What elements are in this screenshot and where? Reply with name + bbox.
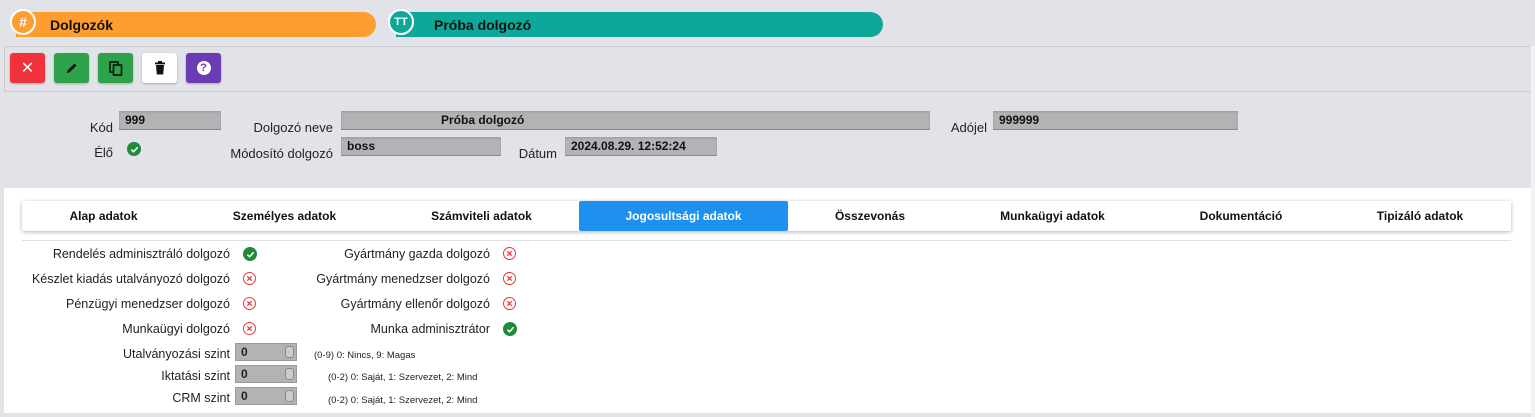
dolgozo-neve-field[interactable]: Próba dolgozó <box>341 111 930 130</box>
scrollbar[interactable] <box>1531 46 1535 417</box>
kod-label: Kód <box>89 120 113 135</box>
edit-button[interactable] <box>54 53 89 83</box>
level-label-iktatasi: Iktatási szint <box>161 369 230 383</box>
adojel-field[interactable]: 999999 <box>993 111 1238 130</box>
crm-szint-input[interactable]: 0 <box>235 387 297 405</box>
datum-field[interactable]: 2024.08.29. 12:52:24 <box>565 137 717 156</box>
breadcrumb-section-label: Dolgozók <box>50 16 113 33</box>
elo-check-icon <box>127 142 141 156</box>
copy-button[interactable] <box>98 53 133 83</box>
iktatasi-szint-input[interactable]: 0 <box>235 365 297 383</box>
check-icon <box>243 247 257 261</box>
trash-icon <box>154 61 165 75</box>
utalvanyozasi-szint-input[interactable]: 0 <box>235 343 297 361</box>
cross-icon <box>243 322 256 335</box>
modosito-field[interactable]: boss <box>341 137 501 156</box>
breadcrumb-record-label: Próba dolgozó <box>434 16 532 33</box>
level-label-utalvanyozasi: Utalványozási szint <box>123 347 230 361</box>
tab-munkaugyi-adatok[interactable]: Munkaügyi adatok <box>952 201 1153 231</box>
tab-alap-adatok[interactable]: Alap adatok <box>22 201 185 231</box>
stepper-icon[interactable] <box>285 368 294 380</box>
stepper-icon[interactable] <box>285 346 294 358</box>
utalvanyozasi-szint-value: 0 <box>241 345 248 359</box>
tab-jogosultsagi-adatok[interactable]: Jogosultsági adatok <box>579 201 788 231</box>
breadcrumb-record[interactable]: Próba dolgozó <box>396 12 883 37</box>
dolgozo-neve-value: Próba dolgozó <box>441 113 525 127</box>
iktatasi-hint: (0-2) 0: Saját, 1: Szervezet, 2: Mind <box>328 372 478 383</box>
hash-icon: # <box>10 9 36 35</box>
perm-label-gyartmany-menedzser: Gyártmány menedzser dolgozó <box>316 272 490 286</box>
perm-label-gyartmany-ellenor: Gyártmány ellenőr dolgozó <box>340 297 490 311</box>
crm-hint: (0-2) 0: Saját, 1: Szervezet, 2: Mind <box>328 395 478 406</box>
datum-label: Dátum <box>518 146 557 161</box>
tab-dokumentacio[interactable]: Dokumentáció <box>1153 201 1329 231</box>
iktatasi-szint-value: 0 <box>241 367 248 381</box>
crm-szint-value: 0 <box>241 389 248 403</box>
help-button[interactable]: ? <box>186 53 221 83</box>
cross-icon <box>503 272 516 285</box>
modosito-label: Módosító dolgozó <box>230 146 333 161</box>
perm-label-rendeles: Rendelés adminisztráló dolgozó <box>52 247 230 261</box>
tab-tipizalo-adatok[interactable]: Tipizáló adatok <box>1329 201 1511 231</box>
breadcrumb-section[interactable]: Dolgozók <box>16 12 376 37</box>
cross-icon <box>503 297 516 310</box>
divider <box>22 240 1511 241</box>
cross-icon <box>503 247 516 260</box>
perm-label-penzugyi: Pénzügyi menedzser dolgozó <box>66 297 230 311</box>
adojel-label: Adójel <box>950 120 987 135</box>
copy-icon <box>108 61 122 76</box>
level-label-crm: CRM szint <box>172 391 230 405</box>
perm-label-gyartmany-gazda: Gyártmány gazda dolgozó <box>344 247 490 261</box>
close-button[interactable]: ✕ <box>10 53 45 83</box>
perm-label-munka-admin: Munka adminisztrátor <box>370 322 491 336</box>
tab-szamviteli-adatok[interactable]: Számviteli adatok <box>384 201 579 231</box>
check-icon <box>503 322 517 336</box>
delete-button[interactable] <box>142 53 177 83</box>
toolbar <box>4 46 1533 92</box>
cross-icon <box>243 297 256 310</box>
tab-osszevonas[interactable]: Összevonás <box>788 201 952 231</box>
tab-bar: Alap adatok Személyes adatok Számviteli … <box>22 201 1511 231</box>
text-type-icon: TT <box>388 9 414 35</box>
utalvanyozasi-hint: (0-9) 0: Nincs, 9: Magas <box>314 350 416 361</box>
perm-label-keszlet: Készlet kiadás utalványozó dolgozó <box>31 272 230 286</box>
pencil-icon <box>66 63 76 73</box>
elo-label: Élő <box>94 145 113 160</box>
perm-label-munkaugyi: Munkaügyi dolgozó <box>122 322 230 336</box>
help-icon: ? <box>196 61 211 75</box>
close-icon: ✕ <box>20 60 35 77</box>
cross-icon <box>243 272 256 285</box>
stepper-icon[interactable] <box>285 390 294 402</box>
dolgozo-neve-label: Dolgozó neve <box>253 120 334 135</box>
tab-szemelyes-adatok[interactable]: Személyes adatok <box>185 201 384 231</box>
